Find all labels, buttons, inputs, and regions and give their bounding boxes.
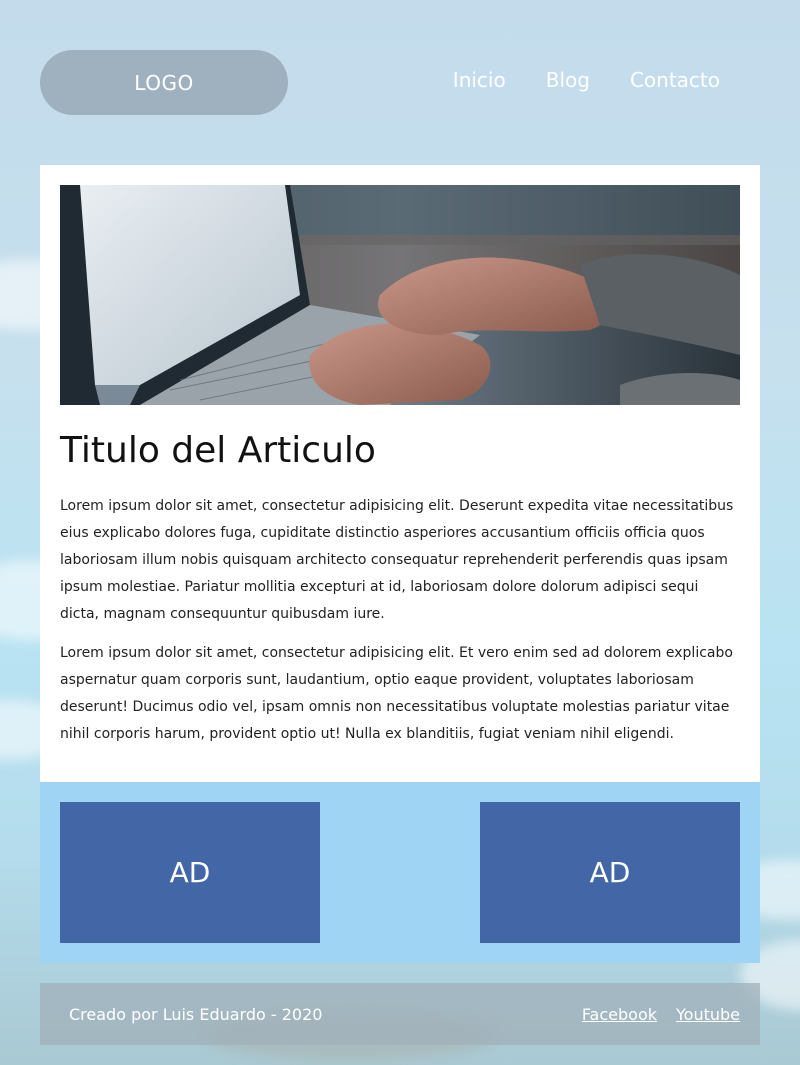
article-hero-image xyxy=(60,185,740,405)
youtube-link[interactable]: Youtube xyxy=(676,1005,740,1024)
nav-link-inicio[interactable]: Inicio xyxy=(453,68,506,92)
article-paragraph-1: Lorem ipsum dolor sit amet, consectetur … xyxy=(60,498,734,622)
ad-slot-left[interactable]: AD xyxy=(60,802,320,943)
article-title: Titulo del Articulo xyxy=(60,430,376,471)
nav-link-blog[interactable]: Blog xyxy=(546,68,590,92)
footer-credit: Creado por Luis Eduardo - 2020 xyxy=(69,1004,323,1024)
logo[interactable]: LOGO xyxy=(40,50,288,115)
ad-slot-right[interactable]: AD xyxy=(480,802,740,943)
facebook-link[interactable]: Facebook xyxy=(582,1005,657,1024)
laptop-typing-illustration xyxy=(60,185,740,405)
article-card: Titulo del Articulo Lorem ipsum dolor si… xyxy=(40,165,760,782)
ads-band: AD AD xyxy=(40,782,760,963)
site-header: LOGO Inicio Blog Contacto xyxy=(0,0,800,165)
site-footer: Creado por Luis Eduardo - 2020 Facebook … xyxy=(40,983,760,1045)
footer-links: Facebook Youtube xyxy=(582,1005,740,1024)
article-paragraph-2: Lorem ipsum dolor sit amet, consectetur … xyxy=(60,645,733,742)
main-nav: Inicio Blog Contacto xyxy=(453,68,720,92)
nav-link-contacto[interactable]: Contacto xyxy=(630,68,720,92)
